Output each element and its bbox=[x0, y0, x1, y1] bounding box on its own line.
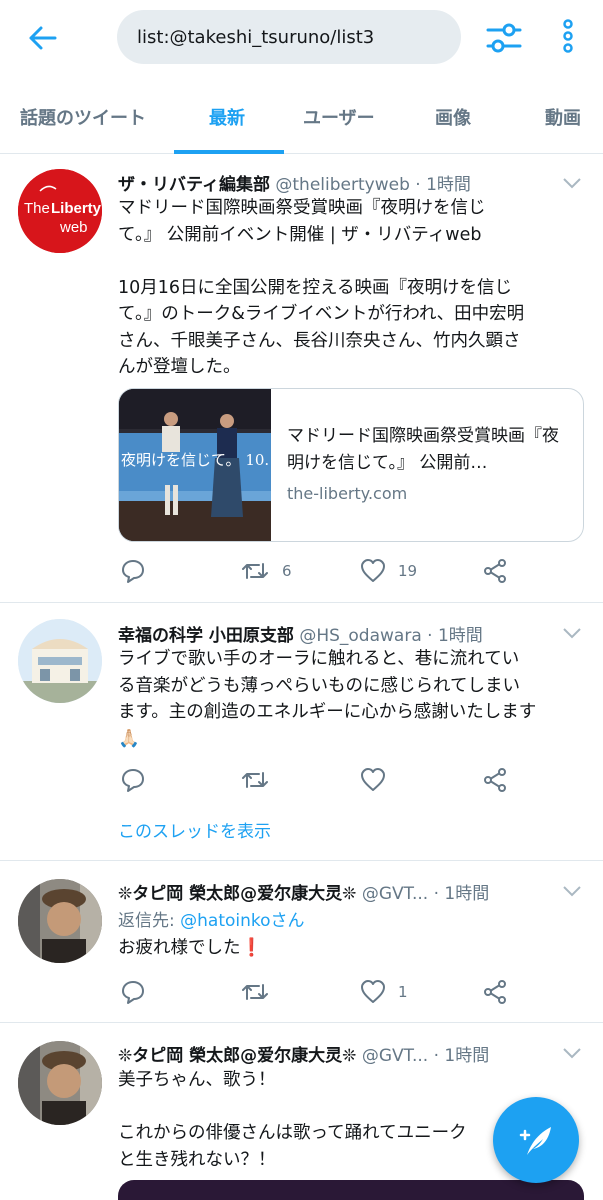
retweet-icon bbox=[242, 984, 268, 1000]
svg-text:web: web bbox=[59, 219, 88, 236]
svg-text:Liberty: Liberty bbox=[51, 200, 102, 217]
sliders-icon bbox=[486, 23, 522, 53]
chevron-down-icon bbox=[563, 628, 581, 639]
reply-to-user-link[interactable]: @hatoinkoさん bbox=[180, 911, 304, 931]
tweet-actions: 6 19 bbox=[118, 556, 518, 586]
tweet-actions bbox=[118, 765, 518, 795]
tweet-header: ❊タピ岡 榮太郎@爱尔康大灵❊ @GVT... · 1時間 bbox=[118, 1041, 489, 1066]
arrow-left-icon bbox=[29, 26, 57, 50]
avatar[interactable] bbox=[18, 1041, 102, 1125]
like-count: 1 bbox=[398, 983, 408, 1001]
tab-videos[interactable]: 動画 bbox=[545, 104, 581, 130]
author-handle[interactable]: @GVT... bbox=[362, 884, 428, 904]
like-button[interactable]: 1 bbox=[360, 977, 408, 1007]
tweet[interactable]: ❊タピ岡 榮太郎@爱尔康大灵❊ @GVT... · 1時間 返信先: @hato… bbox=[0, 861, 603, 1023]
share-icon bbox=[484, 980, 506, 1004]
tab-latest[interactable]: 最新 bbox=[209, 104, 245, 130]
reply-button[interactable] bbox=[120, 765, 146, 795]
tweet-menu-button[interactable] bbox=[562, 883, 582, 897]
tweet-text: お疲れ様でした❗ bbox=[118, 938, 263, 958]
tweet-actions: 1 bbox=[118, 977, 518, 1007]
the-liberty-logo: The Liberty web bbox=[18, 169, 102, 253]
reply-icon bbox=[122, 560, 144, 583]
person-photo bbox=[18, 879, 102, 963]
compose-tweet-button[interactable] bbox=[493, 1097, 579, 1183]
share-icon bbox=[484, 559, 506, 583]
author-handle[interactable]: @GVT... bbox=[362, 1046, 428, 1066]
heart-icon bbox=[361, 768, 385, 791]
tab-images[interactable]: 画像 bbox=[435, 104, 471, 130]
search-input[interactable]: list:@takeshi_tsuruno/list3 bbox=[117, 10, 461, 64]
card-image-caption: 夜明けを信じて。 10. bbox=[121, 451, 270, 469]
tweet-header: ❊タピ岡 榮太郎@爱尔康大灵❊ @GVT... · 1時間 bbox=[118, 879, 489, 904]
show-thread-link[interactable]: このスレッドを表示 bbox=[118, 817, 271, 842]
avatar[interactable] bbox=[18, 619, 102, 703]
like-count: 19 bbox=[398, 562, 418, 580]
more-options-button[interactable] bbox=[556, 16, 580, 56]
tab-users[interactable]: ユーザー bbox=[303, 104, 375, 130]
tweet-header: 幸福の科学 小田原支部 @HS_odawara · 1時間 bbox=[118, 621, 483, 646]
tweet-media[interactable] bbox=[118, 1180, 584, 1200]
reply-button[interactable] bbox=[120, 977, 146, 1007]
tweet[interactable]: 幸福の科学 小田原支部 @HS_odawara · 1時間 ライブで歌い手のオー… bbox=[0, 603, 603, 861]
svg-text:The: The bbox=[24, 200, 50, 217]
reply-context: 返信先: @hatoinkoさん bbox=[118, 906, 305, 931]
share-button[interactable] bbox=[482, 556, 508, 586]
author-handle[interactable]: @thelibertyweb bbox=[275, 175, 409, 195]
reply-prefix: 返信先: bbox=[118, 911, 181, 931]
retweet-button[interactable] bbox=[240, 977, 270, 1007]
author-name[interactable]: ザ・リバティ編集部 bbox=[118, 175, 270, 195]
back-button[interactable] bbox=[22, 20, 62, 56]
top-bar: list:@takeshi_tsuruno/list3 bbox=[0, 0, 603, 78]
search-tabs: 話題のツイート 最新 ユーザー 画像 動画 bbox=[0, 78, 603, 154]
share-button[interactable] bbox=[482, 765, 508, 795]
active-tab-indicator bbox=[174, 150, 284, 154]
tweet-menu-button[interactable] bbox=[562, 625, 582, 639]
share-button[interactable] bbox=[482, 977, 508, 1007]
building-photo bbox=[18, 619, 102, 703]
vertical-dots-icon bbox=[563, 19, 573, 53]
tweet-menu-button[interactable] bbox=[562, 1045, 582, 1059]
like-button[interactable]: 19 bbox=[360, 556, 417, 586]
retweet-button[interactable] bbox=[240, 765, 270, 795]
tweet-menu-button[interactable] bbox=[562, 175, 582, 189]
tweet-time: · 1時間 bbox=[433, 1046, 490, 1066]
author-name[interactable]: ❊タピ岡 榮太郎@爱尔康大灵❊ bbox=[118, 884, 356, 904]
card-image: 夜明けを信じて。 10. bbox=[119, 389, 271, 541]
tweet-time: · 1時間 bbox=[433, 884, 490, 904]
search-filter-button[interactable] bbox=[484, 18, 524, 58]
author-handle[interactable]: @HS_odawara bbox=[299, 626, 421, 646]
tweet[interactable]: The Liberty web ザ・リバティ編集部 @thelibertyweb… bbox=[0, 155, 603, 603]
chevron-down-icon bbox=[563, 178, 581, 189]
compose-feather-icon bbox=[519, 1127, 551, 1155]
link-card[interactable]: 夜明けを信じて。 10. マドリード国際映画祭受賞映画『夜明けを信じて。』 公開… bbox=[118, 388, 584, 542]
author-name[interactable]: ❊タピ岡 榮太郎@爱尔康大灵❊ bbox=[118, 1046, 356, 1066]
heart-icon bbox=[361, 559, 385, 582]
chevron-down-icon bbox=[563, 886, 581, 897]
tweet-text: マドリード国際映画祭受賞映画『夜明けを信じ て。』 公開前イベント開催 | ザ・… bbox=[118, 198, 525, 377]
retweet-icon bbox=[242, 563, 268, 579]
avatar[interactable]: The Liberty web bbox=[18, 169, 102, 253]
reply-icon bbox=[122, 981, 144, 1004]
tweet-text: ライブで歌い手のオーラに触れると、巷に流れてい る音楽がどうも薄っぺらいものに感… bbox=[118, 649, 537, 749]
heart-icon bbox=[361, 980, 385, 1003]
card-domain: the-liberty.com bbox=[287, 484, 408, 503]
author-name[interactable]: 幸福の科学 小田原支部 bbox=[118, 626, 294, 646]
card-title: マドリード国際映画祭受賞映画『夜明けを信じて。』 公開前… bbox=[287, 426, 559, 473]
retweet-button[interactable]: 6 bbox=[240, 556, 292, 586]
chevron-down-icon bbox=[563, 1048, 581, 1059]
tweet-header: ザ・リバティ編集部 @thelibertyweb · 1時間 bbox=[118, 170, 471, 195]
reply-icon bbox=[122, 769, 144, 792]
tweet-time: · 1時間 bbox=[427, 626, 483, 646]
search-input-value: list:@takeshi_tsuruno/list3 bbox=[137, 26, 375, 48]
avatar[interactable] bbox=[18, 879, 102, 963]
retweet-icon bbox=[242, 772, 268, 788]
tab-top[interactable]: 話題のツイート bbox=[20, 104, 146, 130]
reply-button[interactable] bbox=[120, 556, 146, 586]
tweet-time: · 1時間 bbox=[415, 175, 471, 195]
person-photo bbox=[18, 1041, 102, 1125]
like-button[interactable] bbox=[360, 765, 386, 795]
share-icon bbox=[484, 768, 506, 792]
retweet-count: 6 bbox=[282, 562, 292, 580]
